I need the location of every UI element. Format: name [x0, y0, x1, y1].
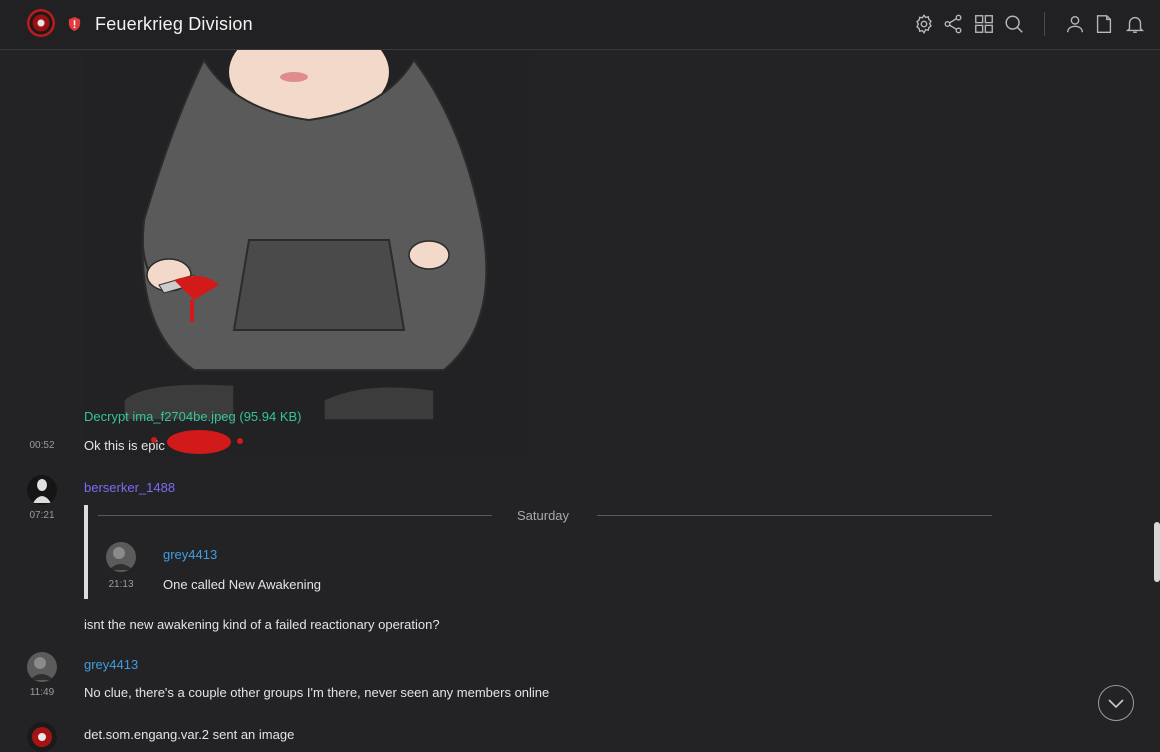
share-icon[interactable]	[942, 13, 964, 35]
avatar[interactable]	[27, 652, 57, 682]
cartoon-image	[84, 0, 535, 457]
scrollbar-thumb[interactable]	[1154, 522, 1160, 582]
jump-to-latest-button[interactable]	[1098, 685, 1134, 721]
sender-name[interactable]: berserker_1488	[84, 480, 175, 495]
reply-timestamp: 21:13	[108, 579, 134, 590]
toolbar-divider	[1044, 12, 1045, 36]
decrypt-attachment-link[interactable]: Decrypt ima_f2704be.jpeg (95.94 KB)	[84, 409, 302, 424]
room-title[interactable]: Feuerkrieg Division	[95, 14, 253, 35]
room-header: Feuerkrieg Division	[0, 0, 1160, 50]
chevron-down-icon	[1108, 699, 1124, 709]
message-timeline[interactable]: Decrypt ima_f2704be.jpeg (95.94 KB) 00:5…	[0, 0, 1160, 752]
message-timestamp: 07:21	[29, 510, 55, 521]
room-avatar[interactable]	[27, 9, 55, 37]
image-attachment[interactable]	[84, 0, 535, 457]
day-separator: Saturday	[517, 508, 570, 523]
message-body: isnt the new awakening kind of a failed …	[84, 617, 440, 632]
reply-quote-bar	[84, 505, 88, 599]
day-divider-left	[98, 515, 492, 516]
shield-icon	[68, 16, 81, 32]
message-timestamp: 00:52	[29, 440, 55, 451]
file-icon[interactable]	[1093, 13, 1115, 35]
message-body: No clue, there's a couple other groups I…	[84, 685, 550, 700]
avatar[interactable]	[27, 722, 57, 752]
user-icon[interactable]	[1064, 13, 1086, 35]
avatar[interactable]	[106, 542, 136, 572]
grid-icon[interactable]	[973, 13, 995, 35]
avatar[interactable]	[27, 475, 57, 505]
settings-icon[interactable]	[913, 13, 935, 35]
reply-body: One called New Awakening	[163, 577, 322, 592]
sender-name[interactable]: grey4413	[84, 657, 138, 672]
bell-icon[interactable]	[1124, 13, 1146, 35]
message-timestamp: 11:49	[29, 687, 55, 698]
search-icon[interactable]	[1003, 13, 1025, 35]
message-body: det.som.engang.var.2 sent an image	[84, 727, 295, 742]
reply-sender-name[interactable]: grey4413	[163, 547, 217, 562]
day-divider-right	[597, 515, 992, 516]
message-body: Ok this is epic	[84, 438, 165, 453]
